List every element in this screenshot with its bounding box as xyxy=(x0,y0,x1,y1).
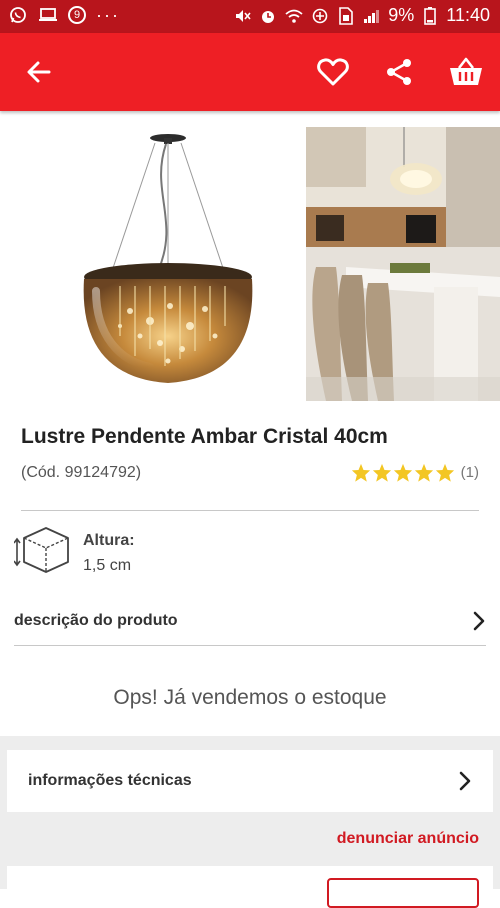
star-icon xyxy=(435,463,454,482)
favorite-button[interactable] xyxy=(312,51,354,93)
laptop-icon xyxy=(38,6,58,24)
product-image-chandelier[interactable] xyxy=(0,121,300,411)
share-icon xyxy=(387,59,411,85)
product-rating[interactable]: (1) xyxy=(351,463,479,482)
heart-icon xyxy=(317,58,349,86)
technical-info-label: informações técnicas xyxy=(28,772,192,789)
product-image-gallery[interactable] xyxy=(0,111,500,411)
dimension-box-icon xyxy=(14,527,69,573)
star-icon xyxy=(414,463,433,482)
mute-icon xyxy=(232,7,252,25)
product-title: Lustre Pendente Ambar Cristal 40cm xyxy=(21,425,388,448)
back-arrow-icon xyxy=(27,61,51,83)
product-image-ambient[interactable] xyxy=(306,127,500,401)
more-notifications-icon: ··· xyxy=(96,5,120,25)
product-description-row[interactable]: descrição do produto xyxy=(14,600,486,646)
product-code: (Cód. 99124792) xyxy=(21,464,142,481)
alarm-icon xyxy=(258,7,278,25)
rating-count: (1) xyxy=(460,464,479,481)
dimension-value: 1,5 cm xyxy=(83,557,132,574)
report-listing-link[interactable]: denunciar anúncio xyxy=(337,830,479,848)
app-bar xyxy=(0,33,500,111)
data-saver-icon xyxy=(310,7,330,25)
chevron-right-icon xyxy=(459,771,471,791)
wifi-icon xyxy=(284,7,304,25)
share-button[interactable] xyxy=(378,51,420,93)
notification-count-badge: 9 xyxy=(68,6,86,24)
product-description-label: descrição do produto xyxy=(14,612,178,629)
dimension-label: Altura: xyxy=(83,532,135,549)
basket-button[interactable] xyxy=(445,51,487,93)
sold-out-message: Ops! Já vendemos o estoque xyxy=(113,686,387,709)
basket-icon xyxy=(450,57,482,85)
clock-time: 11:40 xyxy=(446,5,490,25)
star-icon xyxy=(372,463,391,482)
chevron-right-icon xyxy=(473,611,485,631)
star-icon xyxy=(393,463,412,482)
battery-percent: 9% xyxy=(388,5,415,25)
battery-icon xyxy=(420,6,440,25)
status-bar: 9 ··· 9% 11:40 xyxy=(0,0,500,33)
technical-info-row[interactable]: informações técnicas xyxy=(7,750,493,812)
back-button[interactable] xyxy=(18,51,60,93)
bottom-action-button[interactable] xyxy=(327,878,479,908)
bottom-card xyxy=(7,866,493,908)
whatsapp-icon xyxy=(8,6,28,24)
signal-icon xyxy=(362,7,382,25)
status-bar-system: 9% 11:40 xyxy=(232,5,490,26)
sim-icon xyxy=(336,6,356,25)
divider xyxy=(21,510,479,511)
star-icon xyxy=(351,463,370,482)
status-bar-notifications: 9 ··· xyxy=(8,6,120,24)
